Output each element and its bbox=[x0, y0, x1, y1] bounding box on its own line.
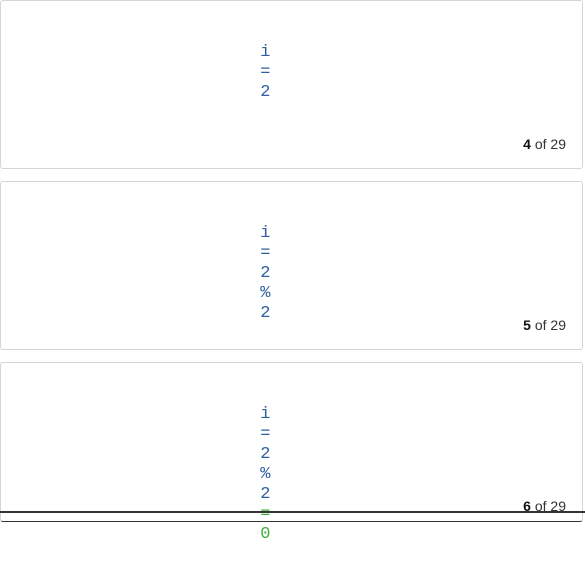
current-slide-number: 4 bbox=[523, 136, 531, 152]
code-expression: i = 2 bbox=[219, 23, 271, 123]
code-token: i bbox=[260, 224, 271, 243]
step-card-5: i = 2 % 2 5 of 29 bbox=[0, 181, 583, 350]
step-card-6: i = 2 % 2 = 0 6 of 29 bbox=[0, 362, 583, 544]
code-token: 2 bbox=[260, 304, 271, 323]
slide-counter: 4 of 29 bbox=[523, 136, 566, 152]
of-label: of bbox=[534, 317, 547, 333]
code-token: % bbox=[260, 465, 271, 484]
code-expression: i = 2 % 2 = 0 bbox=[219, 385, 271, 565]
code-token: = bbox=[260, 244, 271, 263]
code-token: i bbox=[260, 43, 271, 62]
total-slides: 29 bbox=[550, 136, 566, 152]
code-token: 2 bbox=[260, 83, 271, 102]
slide-counter: 5 of 29 bbox=[523, 317, 566, 333]
code-expression: i = 2 % 2 bbox=[219, 204, 271, 344]
code-token: i bbox=[260, 405, 271, 424]
current-slide-number: 5 bbox=[523, 317, 531, 333]
total-slides: 29 bbox=[550, 317, 566, 333]
code-token-equals: = bbox=[260, 505, 271, 524]
code-token: 2 bbox=[260, 445, 271, 464]
code-token: = bbox=[260, 63, 271, 82]
step-card-4: i = 2 4 of 29 bbox=[0, 0, 583, 169]
of-label: of bbox=[534, 136, 547, 152]
code-token: 2 bbox=[260, 264, 271, 283]
code-token: 2 bbox=[260, 485, 271, 504]
code-token: % bbox=[260, 284, 271, 303]
code-result-value: 0 bbox=[260, 525, 271, 544]
code-token: = bbox=[260, 425, 271, 444]
